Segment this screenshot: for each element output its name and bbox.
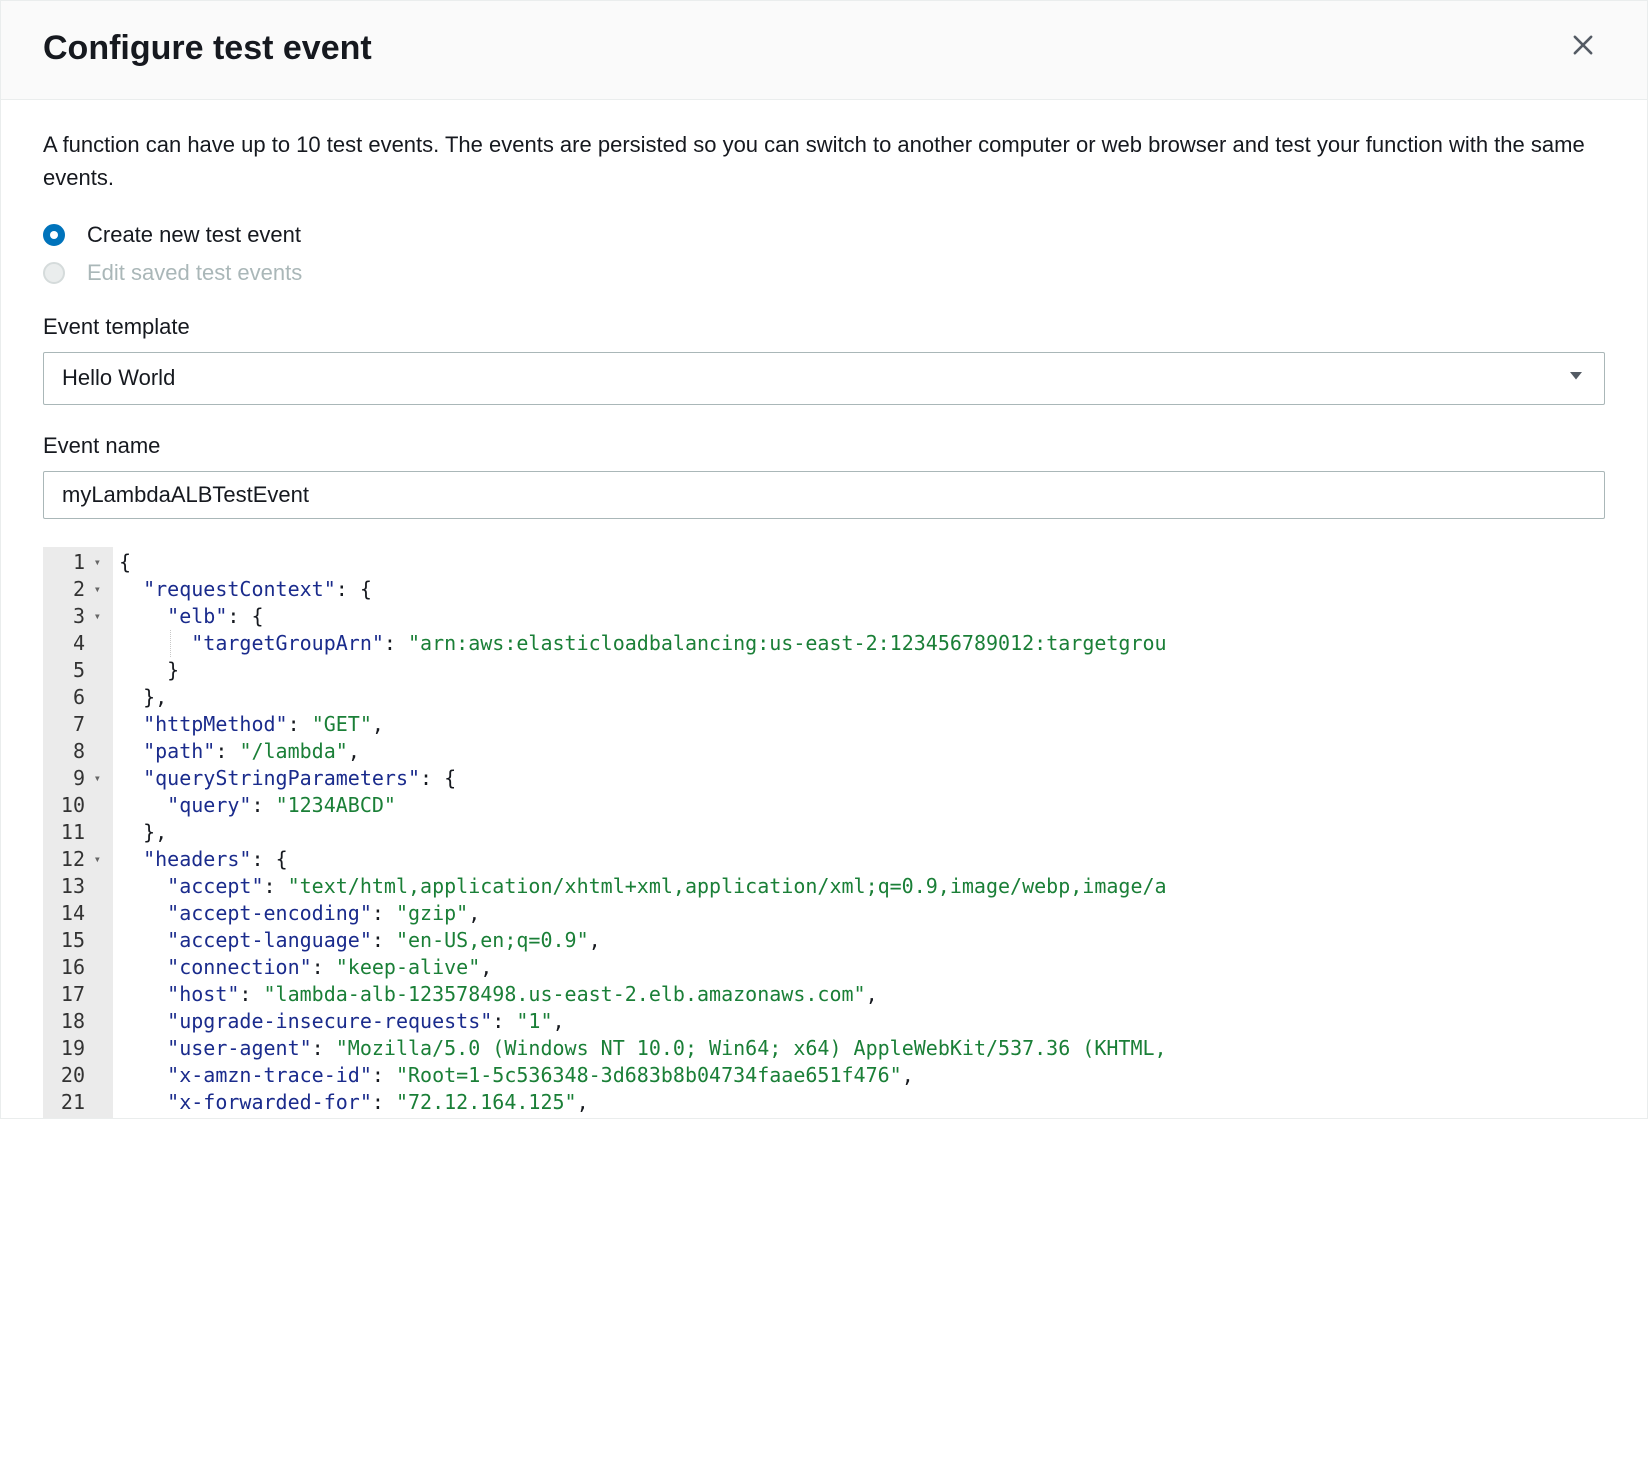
gutter-line: 10 (51, 792, 101, 819)
gutter-line: 7 (51, 711, 101, 738)
radio-edit-saved: Edit saved test events (43, 260, 1605, 286)
code-line[interactable]: "path": "/lambda", (119, 738, 1605, 765)
event-template-select[interactable]: Hello World (43, 352, 1605, 405)
json-editor[interactable]: 1▾2▾3▾456789▾101112▾131415161718192021 {… (43, 547, 1605, 1118)
gutter-line: 11 (51, 819, 101, 846)
radio-create-new[interactable]: Create new test event (43, 222, 1605, 248)
modal-body: A function can have up to 10 test events… (1, 100, 1647, 1118)
modal-title: Configure test event (43, 29, 372, 68)
code-line[interactable]: "targetGroupArn": "arn:aws:elasticloadba… (119, 630, 1605, 657)
event-name-field: Event name (43, 433, 1605, 519)
code-line[interactable]: "upgrade-insecure-requests": "1", (119, 1008, 1605, 1035)
radio-create-label: Create new test event (87, 222, 301, 248)
code-line[interactable]: "user-agent": "Mozilla/5.0 (Windows NT 1… (119, 1035, 1605, 1062)
fold-arrow-icon[interactable]: ▾ (89, 603, 101, 630)
radio-dot-icon (43, 262, 65, 284)
radio-dot-icon (43, 224, 65, 246)
gutter-line: 12▾ (51, 846, 101, 873)
gutter-line: 16 (51, 954, 101, 981)
code-line[interactable]: "elb": { (119, 603, 1605, 630)
gutter-line: 18 (51, 1008, 101, 1035)
code-line[interactable]: "httpMethod": "GET", (119, 711, 1605, 738)
editor-gutter: 1▾2▾3▾456789▾101112▾131415161718192021 (43, 547, 113, 1118)
code-line[interactable]: "headers": { (119, 846, 1605, 873)
event-template-label: Event template (43, 314, 1605, 340)
code-line[interactable]: "accept": "text/html,application/xhtml+x… (119, 873, 1605, 900)
gutter-line: 8 (51, 738, 101, 765)
editor-code-area[interactable]: { "requestContext": { "elb": { "targetGr… (113, 547, 1605, 1118)
gutter-line: 17 (51, 981, 101, 1008)
fold-arrow-icon[interactable]: ▾ (89, 549, 101, 576)
code-line[interactable]: "x-amzn-trace-id": "Root=1-5c536348-3d68… (119, 1062, 1605, 1089)
modal-description: A function can have up to 10 test events… (43, 128, 1605, 194)
gutter-line: 3▾ (51, 603, 101, 630)
event-template-value: Hello World (43, 352, 1605, 405)
gutter-line: 5 (51, 657, 101, 684)
code-line[interactable]: { (119, 549, 1605, 576)
code-line[interactable]: "queryStringParameters": { (119, 765, 1605, 792)
code-line[interactable]: }, (119, 819, 1605, 846)
gutter-line: 13 (51, 873, 101, 900)
code-line[interactable]: "x-forwarded-for": "72.12.164.125", (119, 1089, 1605, 1116)
gutter-line: 19 (51, 1035, 101, 1062)
gutter-line: 15 (51, 927, 101, 954)
code-line[interactable]: "connection": "keep-alive", (119, 954, 1605, 981)
gutter-line: 14 (51, 900, 101, 927)
code-line[interactable]: }, (119, 684, 1605, 711)
gutter-line: 21 (51, 1089, 101, 1116)
gutter-line: 6 (51, 684, 101, 711)
radio-edit-label: Edit saved test events (87, 260, 302, 286)
gutter-line: 9▾ (51, 765, 101, 792)
event-mode-radio-group: Create new test event Edit saved test ev… (43, 222, 1605, 286)
close-icon[interactable] (1561, 27, 1605, 69)
event-name-input[interactable] (43, 471, 1605, 519)
fold-arrow-icon[interactable]: ▾ (89, 576, 101, 603)
modal-header: Configure test event (1, 1, 1647, 100)
event-name-label: Event name (43, 433, 1605, 459)
fold-arrow-icon[interactable]: ▾ (89, 765, 101, 792)
gutter-line: 1▾ (51, 549, 101, 576)
event-template-field: Event template Hello World (43, 314, 1605, 405)
configure-test-event-modal: Configure test event A function can have… (0, 0, 1648, 1119)
gutter-line: 4 (51, 630, 101, 657)
code-line[interactable]: "requestContext": { (119, 576, 1605, 603)
gutter-line: 20 (51, 1062, 101, 1089)
code-line[interactable]: "host": "lambda-alb-123578498.us-east-2.… (119, 981, 1605, 1008)
code-line[interactable]: "accept-language": "en-US,en;q=0.9", (119, 927, 1605, 954)
code-line[interactable]: "query": "1234ABCD" (119, 792, 1605, 819)
code-line[interactable]: } (119, 657, 1605, 684)
gutter-line: 2▾ (51, 576, 101, 603)
code-line[interactable]: "accept-encoding": "gzip", (119, 900, 1605, 927)
fold-arrow-icon[interactable]: ▾ (89, 846, 101, 873)
